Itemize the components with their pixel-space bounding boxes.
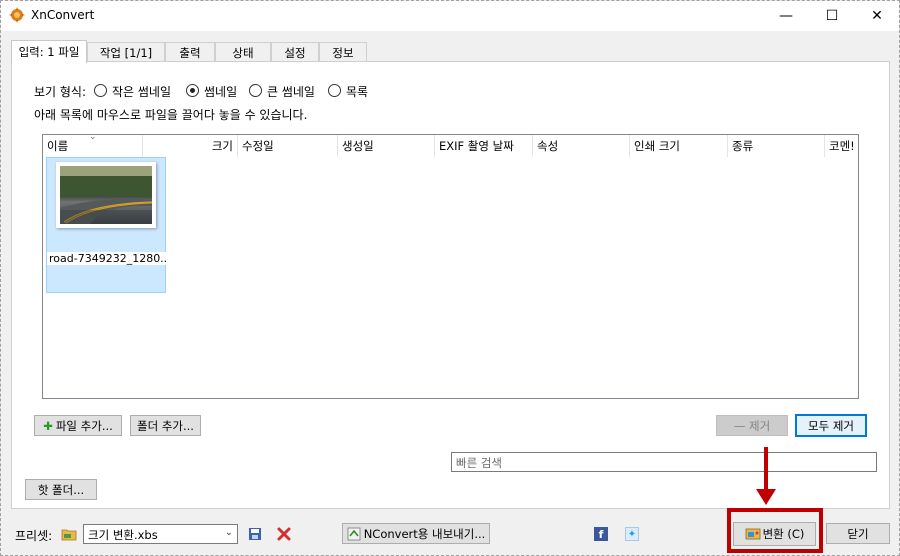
button-label: 핫 폴더... <box>37 482 85 497</box>
button-label: — 제거 <box>733 418 771 433</box>
column-label: 인쇄 크기 <box>634 139 680 153</box>
tab-input[interactable]: 입력: 1 파일 <box>11 40 87 63</box>
tab-label: 상태 <box>232 45 254 60</box>
remove-button[interactable]: — 제거 <box>716 415 788 436</box>
radio-list-label: 목록 <box>346 85 369 99</box>
column-label: EXIF 촬영 날짜 <box>439 139 514 153</box>
column-name[interactable]: 이름 ⌄ <box>43 135 143 157</box>
tab-label: 출력 <box>179 45 201 60</box>
quick-search-input[interactable]: 빠른 검색 <box>451 452 877 472</box>
delete-x-icon[interactable] <box>276 526 292 542</box>
tab-about[interactable]: 정보 <box>319 42 367 62</box>
remove-all-button[interactable]: 모두 제거 <box>795 414 867 437</box>
column-label: 종류 <box>732 139 754 153</box>
column-label: 코멘! <box>829 139 855 153</box>
thumbnail-frame <box>56 162 156 228</box>
maximize-button[interactable]: ☐ <box>809 1 855 31</box>
column-created[interactable]: 생성일 <box>338 135 435 157</box>
twitter-icon[interactable]: ✦ <box>625 527 639 541</box>
file-caption: road-7349232_1280... <box>47 252 167 265</box>
drag-drop-hint: 아래 목록에 마우스로 파일을 끌어다 놓을 수 있습니다. <box>34 108 308 122</box>
tab-settings[interactable]: 설정 <box>271 42 319 62</box>
save-disk-icon[interactable] <box>247 526 263 542</box>
open-folder-icon[interactable] <box>61 526 77 542</box>
annotation-arrow-head <box>756 489 776 505</box>
radio-large-thumbnail[interactable] <box>249 84 262 97</box>
column-exif-date[interactable]: EXIF 촬영 날짜 <box>435 135 533 157</box>
preset-value: 크기 변환.xbs <box>88 528 158 542</box>
column-type[interactable]: 종류 <box>728 135 825 157</box>
radio-small-thumbnail-label: 작은 썸네일 <box>112 85 172 99</box>
button-label: 폴더 추가... <box>137 418 194 433</box>
preset-label: 프리셋: <box>15 529 53 543</box>
app-window: XnConvert — ☐ ✕ 입력: 1 파일 작업 [1/1] 출력 상태 … <box>0 0 900 556</box>
minimize-button[interactable]: — <box>763 1 809 31</box>
minimize-icon: — <box>779 8 793 24</box>
file-list[interactable]: 이름 ⌄ 크기 수정일 생성일 EXIF 촬영 날짜 속성 인쇄 크기 종류 코멘… <box>42 134 859 399</box>
tab-label: 설정 <box>284 45 306 60</box>
close-icon: ✕ <box>871 8 883 24</box>
search-placeholder: 빠른 검색 <box>456 456 502 470</box>
button-label: 파일 추가... <box>55 418 113 433</box>
sort-chevron-icon: ⌄ <box>89 135 97 142</box>
column-label: 생성일 <box>342 139 374 153</box>
column-attributes[interactable]: 속성 <box>533 135 630 157</box>
preset-select[interactable]: 크기 변환.xbs ⌄ <box>83 524 238 544</box>
radio-thumbnail[interactable] <box>186 84 199 97</box>
window-title: XnConvert <box>31 8 95 22</box>
tab-status[interactable]: 상태 <box>215 42 271 62</box>
tab-actions[interactable]: 작업 [1/1] <box>87 42 165 62</box>
column-label: 이름 <box>47 139 69 153</box>
column-label: 수정일 <box>242 139 274 153</box>
maximize-icon: ☐ <box>825 8 839 24</box>
title-bar: XnConvert — ☐ ✕ <box>1 1 899 31</box>
close-button[interactable]: 닫기 <box>826 523 890 544</box>
button-label: 닫기 <box>847 526 869 541</box>
tab-label: 정보 <box>332 45 354 60</box>
radio-small-thumbnail[interactable] <box>94 84 107 97</box>
radio-thumbnail-label: 썸네일 <box>204 85 238 99</box>
button-label: NConvert용 내보내기... <box>363 526 486 541</box>
annotation-arrow-shaft <box>764 447 768 491</box>
add-folder-button[interactable]: 폴더 추가... <box>130 415 201 436</box>
column-print-size[interactable]: 인쇄 크기 <box>630 135 728 157</box>
annotation-highlight-box <box>727 508 823 553</box>
button-label: 모두 제거 <box>808 418 854 433</box>
export-nconvert-button[interactable]: NConvert용 내보내기... <box>342 523 490 544</box>
add-files-button[interactable]: ✚ 파일 추가... <box>34 415 122 436</box>
close-window-button[interactable]: ✕ <box>854 1 900 31</box>
export-script-icon <box>347 527 361 540</box>
xnconvert-logo-icon <box>9 7 25 23</box>
road-thumbnail-image <box>60 166 152 224</box>
column-size[interactable]: 크기 <box>143 135 238 157</box>
tab-label: 입력: 1 파일 <box>18 45 80 59</box>
view-label: 보기 형식: <box>34 85 87 99</box>
list-item[interactable]: road-7349232_1280... <box>46 157 167 293</box>
radio-list[interactable] <box>328 84 341 97</box>
road-image-icon <box>60 166 152 224</box>
hot-folder-button[interactable]: 핫 폴더... <box>25 479 97 500</box>
radio-large-thumbnail-label: 큰 썸네일 <box>267 85 315 99</box>
tab-output[interactable]: 출력 <box>165 42 215 62</box>
facebook-icon[interactable]: f <box>594 527 608 541</box>
tab-label: 작업 [1/1] <box>99 45 153 60</box>
column-modified[interactable]: 수정일 <box>238 135 338 157</box>
plus-icon: ✚ <box>43 418 53 433</box>
column-comment[interactable]: 코멘! <box>825 135 858 157</box>
column-label: 크기 <box>211 139 233 153</box>
chevron-down-icon: ⌄ <box>224 527 233 538</box>
column-label: 속성 <box>537 139 559 153</box>
